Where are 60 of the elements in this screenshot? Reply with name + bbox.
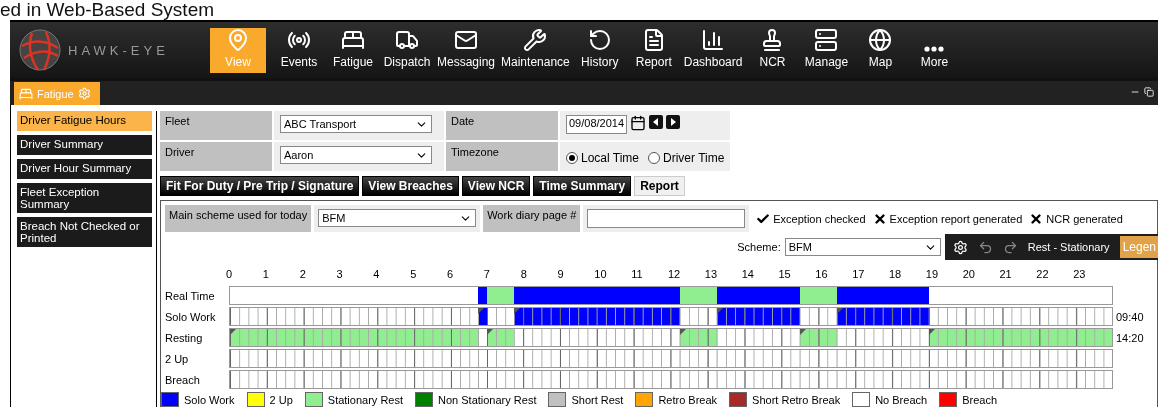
hour-label: 4 <box>373 268 381 280</box>
row-label: Resting <box>165 331 204 344</box>
hour-label: 14 <box>741 268 755 280</box>
hour-label: 15 <box>778 268 792 280</box>
hour-label: 20 <box>962 268 976 280</box>
hour-label: 2 <box>299 268 307 280</box>
slide-title: ed in Web-Based System <box>0 0 216 20</box>
hour-label: 12 <box>668 268 682 280</box>
hour-label: 22 <box>1036 268 1050 280</box>
date-label: Date <box>446 111 558 140</box>
hour-label: 10 <box>594 268 608 280</box>
hour-label: 1 <box>262 268 270 280</box>
hour-label: 6 <box>447 268 455 280</box>
status-label: NCR generated <box>1046 212 1123 225</box>
hour-label: 23 <box>1073 268 1087 280</box>
row-label: Real Time <box>165 289 216 302</box>
select-value: BFM <box>788 241 812 253</box>
status-label: Exception report generated <box>889 212 1023 225</box>
status-label: Exception checked <box>773 212 866 225</box>
hour-label: 13 <box>704 268 719 280</box>
legend-label: Non Stationary Rest <box>438 393 537 406</box>
hour-label: 8 <box>520 268 528 280</box>
hour-label: 21 <box>999 268 1013 280</box>
mode-text: Rest - Stationary <box>1027 241 1110 253</box>
hour-label: 5 <box>410 268 418 280</box>
driver-label: Driver <box>160 142 272 171</box>
legend-label: Breach <box>962 393 997 406</box>
row-total: 09:40 <box>1115 310 1145 323</box>
hour-label: 18 <box>889 268 903 280</box>
hour-label: 7 <box>483 268 491 280</box>
select-value: ABC Transport <box>284 118 357 130</box>
scheme-select-label: Scheme: <box>737 241 781 253</box>
radio-label: Local Time <box>581 151 640 165</box>
row-label: Breach <box>165 373 201 386</box>
legend-label: Short Rest <box>571 393 624 406</box>
tab-label: Fatigue <box>37 87 74 100</box>
radio-label: Driver Time <box>663 151 725 165</box>
row-total: 14:20 <box>1115 331 1145 344</box>
select-value: BFM <box>322 212 346 224</box>
logo-text: HAWK-EYE <box>68 42 169 58</box>
row-label: Solo Work <box>165 310 217 323</box>
hour-label: 3 <box>336 268 344 280</box>
legend-label: Short Retro Break <box>752 393 841 406</box>
scheme-label: Main scheme used for today <box>165 205 312 232</box>
legend-label: No Breach <box>875 393 928 406</box>
hour-label: 17 <box>852 268 866 280</box>
select-value: Aaron <box>284 149 314 161</box>
hour-label: 16 <box>815 268 829 280</box>
hour-label: 9 <box>557 268 565 280</box>
legend-label: Retro Break <box>658 393 718 406</box>
legend-label: Stationary Rest <box>327 393 403 406</box>
fleet-label: Fleet <box>160 111 272 140</box>
hour-label: 11 <box>631 268 644 280</box>
hour-label: 19 <box>925 268 940 280</box>
timezone-label: Timezone <box>446 142 558 171</box>
row-label: 2 Up <box>165 352 190 365</box>
legend-label: Solo Work <box>184 393 235 406</box>
diary-label: Work diary page # <box>483 205 581 232</box>
legend-label: 2 Up <box>269 393 293 406</box>
hour-label: 0 <box>226 268 234 280</box>
